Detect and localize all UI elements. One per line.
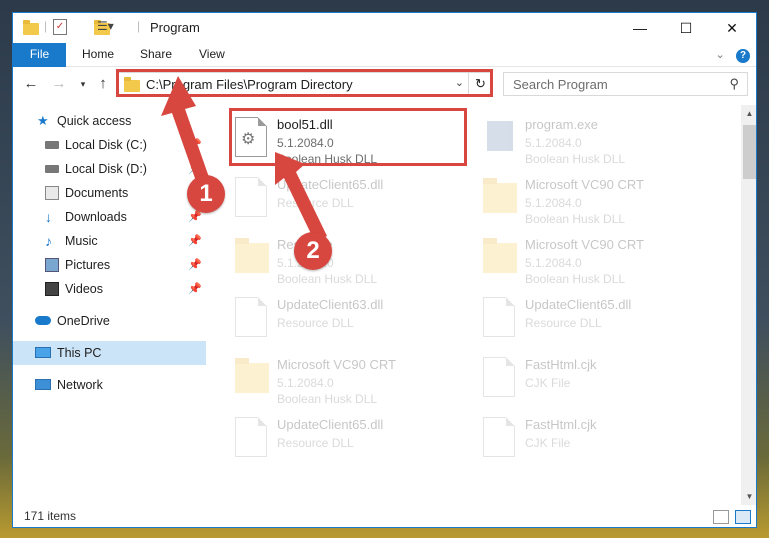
arrow-2 [275, 152, 327, 242]
step-marker-1: 1 [187, 175, 225, 213]
step-marker-2: 2 [294, 232, 332, 270]
arrow-2-shape [275, 152, 327, 242]
annotation-arrows [161, 76, 327, 242]
arrow-1-shape [161, 76, 210, 184]
arrow-1 [161, 76, 210, 184]
